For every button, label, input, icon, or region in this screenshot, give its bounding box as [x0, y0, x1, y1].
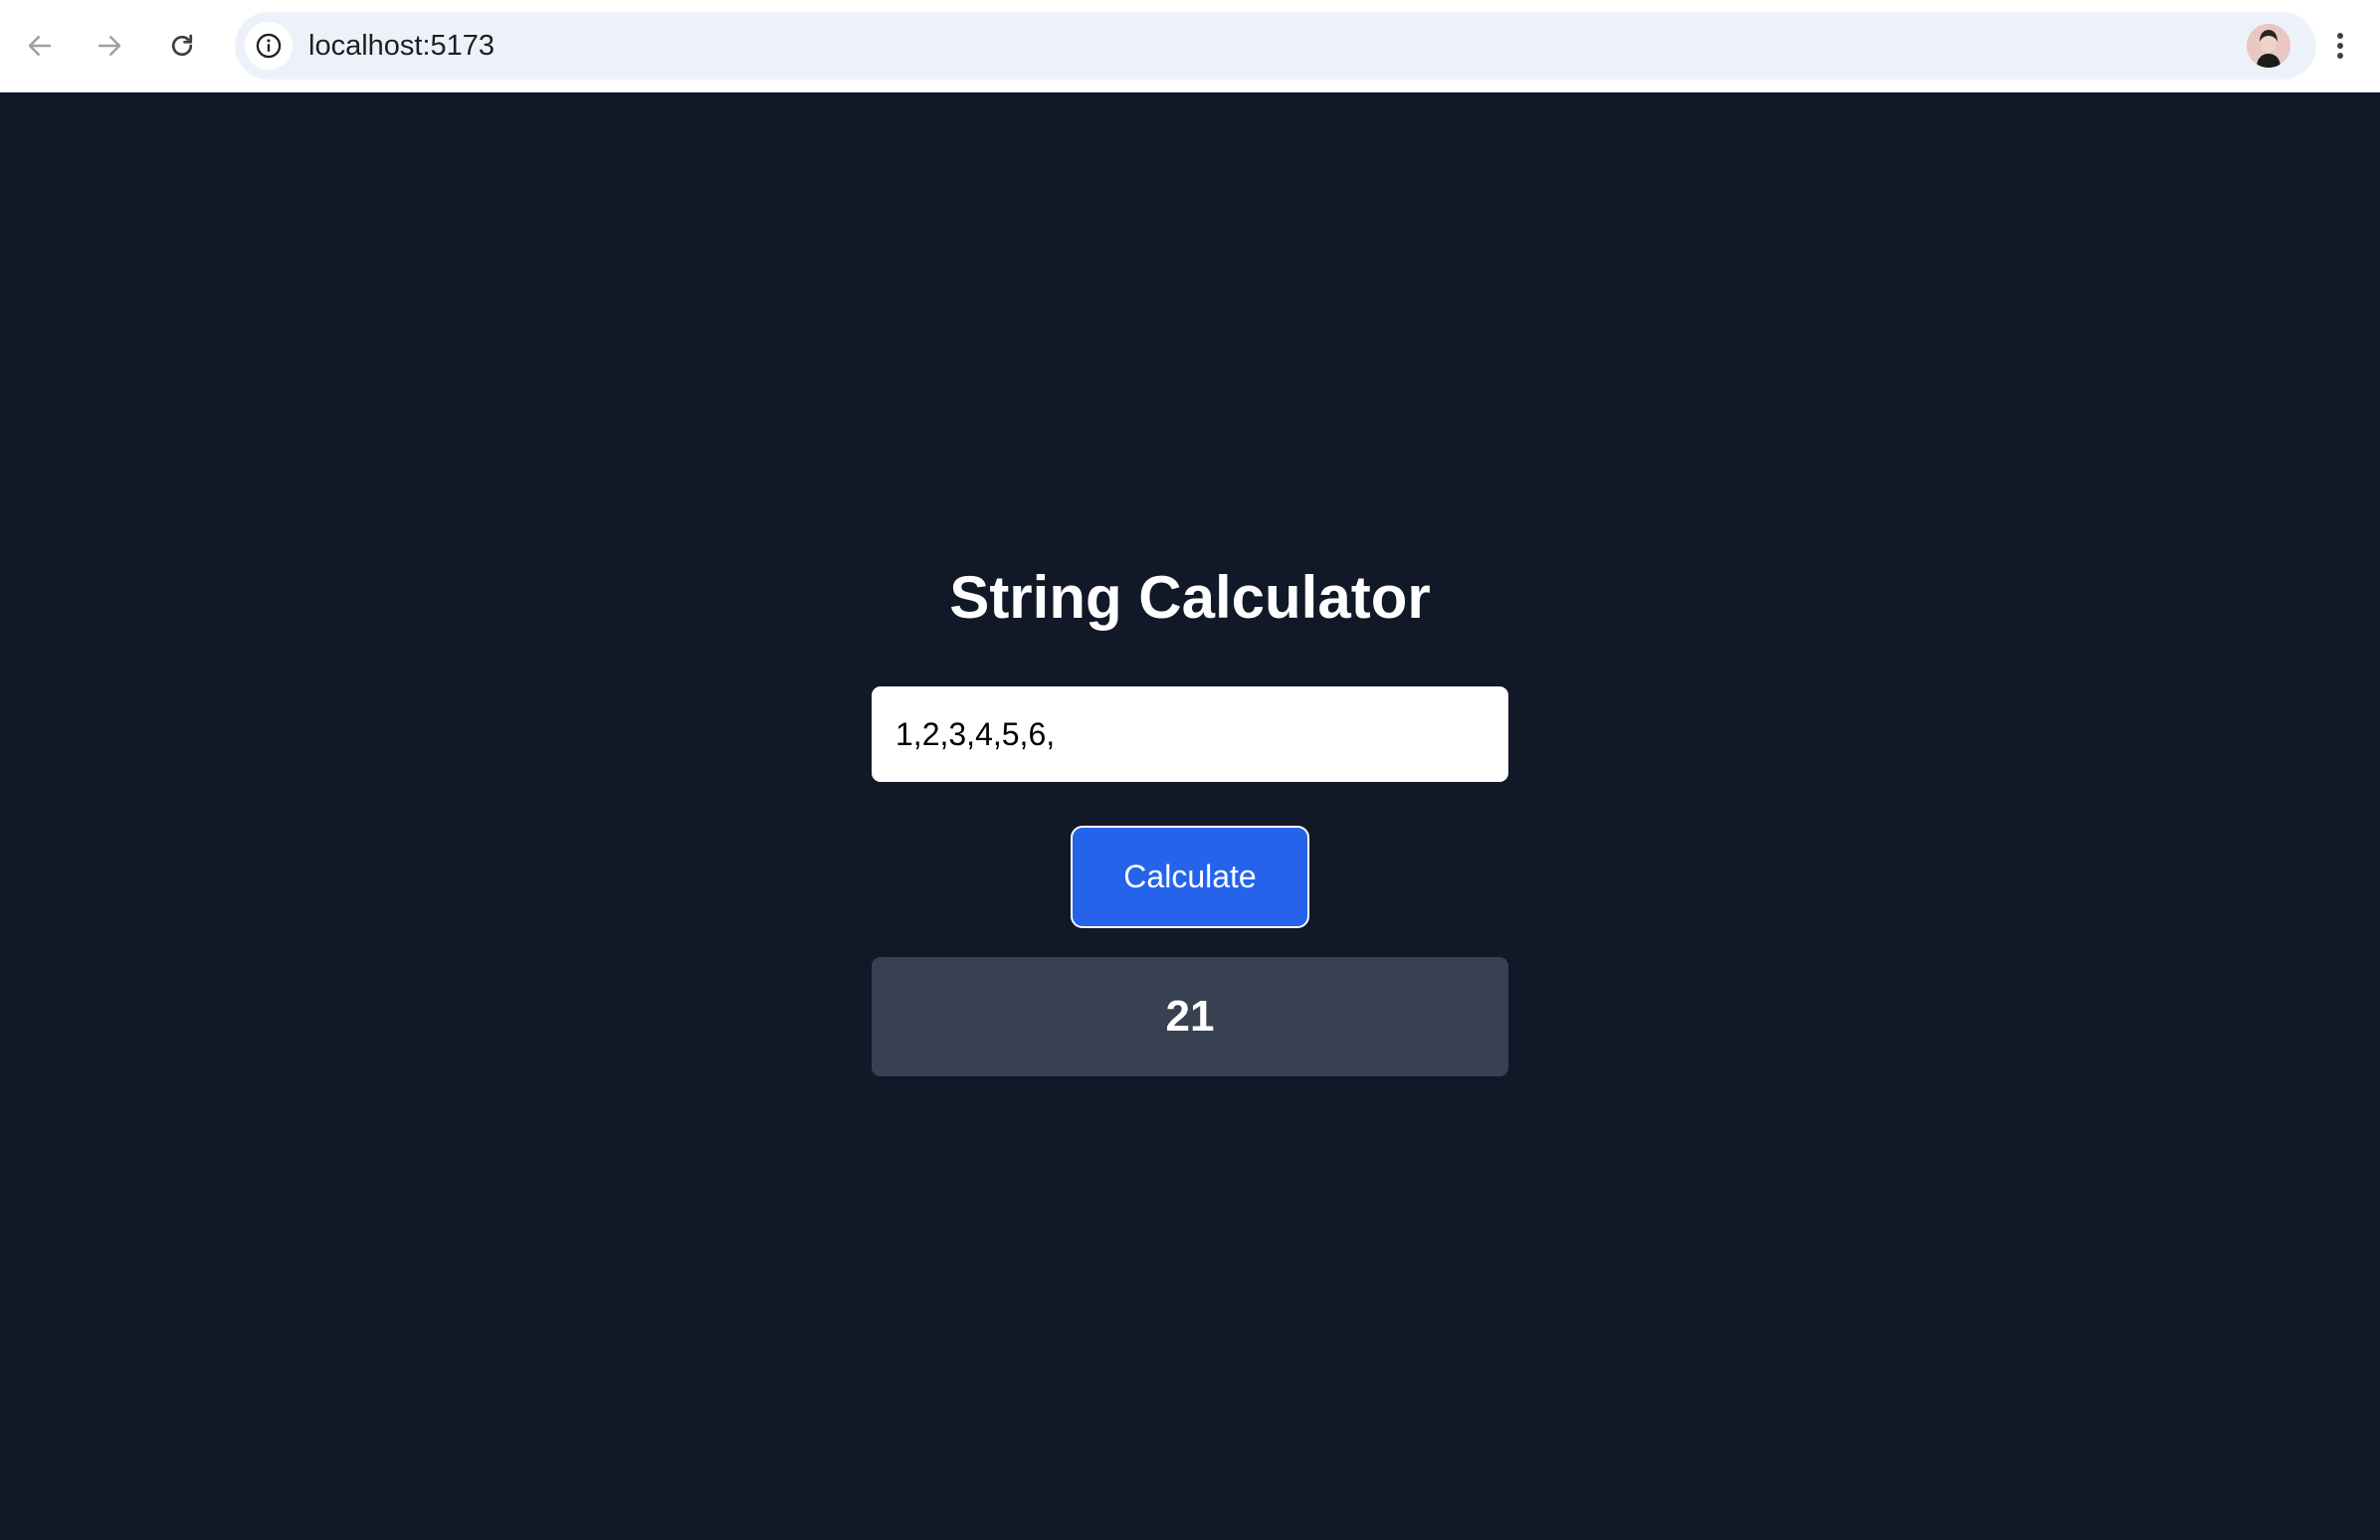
numbers-input[interactable] — [872, 686, 1508, 782]
url-text[interactable]: localhost:5173 — [308, 12, 495, 80]
reload-button[interactable] — [155, 19, 209, 73]
browser-toolbar: localhost:5173 — [0, 0, 2380, 93]
site-info-button[interactable] — [245, 22, 293, 70]
arrow-left-icon — [28, 36, 52, 56]
forward-button[interactable] — [83, 19, 136, 73]
page-title: String Calculator — [949, 564, 1431, 631]
kebab-menu-icon — [2337, 33, 2343, 59]
browser-menu-button[interactable] — [2316, 22, 2364, 70]
result-value: 21 — [1165, 992, 1215, 1041]
back-button[interactable] — [13, 19, 67, 73]
calculate-button[interactable]: Calculate — [1071, 826, 1309, 928]
avatar — [2247, 24, 2290, 68]
result-box: 21 — [872, 957, 1508, 1076]
reload-icon — [171, 34, 193, 57]
arrow-right-icon — [98, 36, 121, 56]
page-viewport: String Calculator Calculate 21 — [0, 93, 2380, 1540]
info-icon — [256, 33, 282, 59]
address-bar[interactable]: localhost:5173 — [235, 12, 2316, 80]
profile-avatar[interactable] — [2247, 24, 2290, 68]
